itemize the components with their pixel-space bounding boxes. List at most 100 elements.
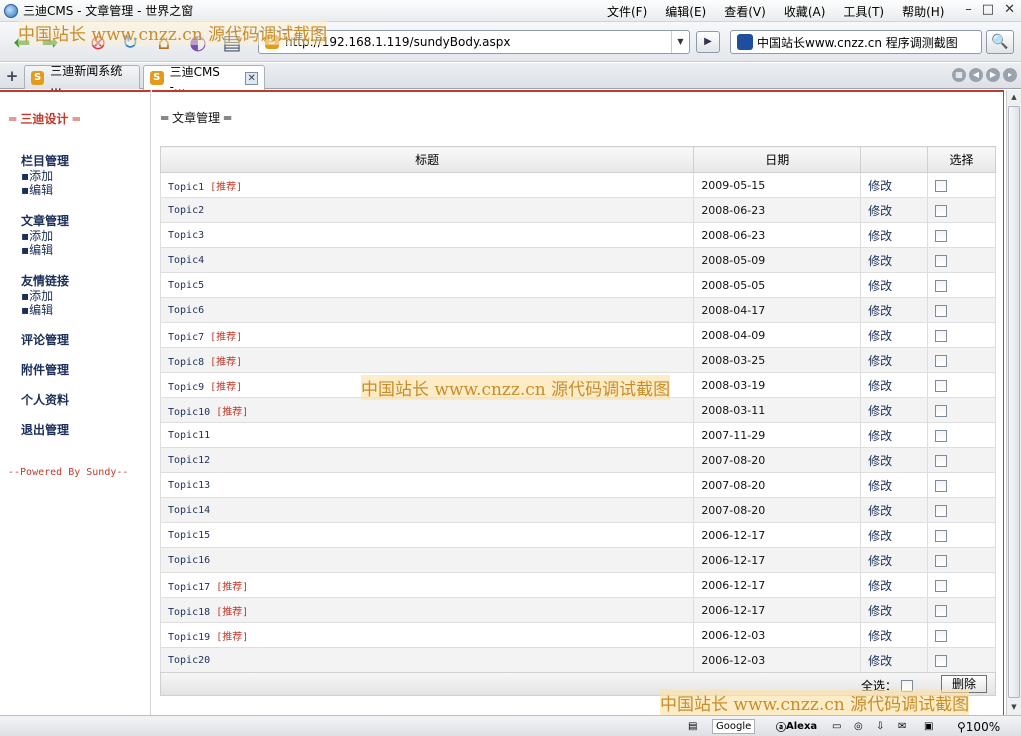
menu-help[interactable]: 帮助(H): [902, 3, 944, 20]
security-icon[interactable]: ▣: [924, 719, 933, 734]
row-checkbox[interactable]: [935, 529, 948, 542]
edit-link[interactable]: 修改: [860, 247, 929, 273]
row-checkbox[interactable]: [935, 304, 948, 317]
article-title[interactable]: Topic17: [168, 582, 210, 593]
row-checkbox[interactable]: [935, 429, 948, 442]
edit-link[interactable]: 修改: [860, 397, 929, 423]
article-title-cell[interactable]: Topic18 [推荐]: [159, 597, 695, 623]
vertical-scrollbar[interactable]: ▲ ▼: [1006, 90, 1021, 715]
row-checkbox[interactable]: [935, 654, 948, 667]
article-title[interactable]: Topic3: [168, 230, 204, 241]
article-title[interactable]: Topic11: [168, 430, 210, 441]
search-box[interactable]: 中国站长www.cnzz.cn 程序调测截图: [730, 30, 982, 54]
sidebar-subitem-add[interactable]: ▪添加: [21, 169, 69, 183]
edit-link[interactable]: 修改: [860, 372, 929, 398]
article-title-cell[interactable]: Topic20: [159, 647, 695, 673]
edit-link[interactable]: 修改: [860, 447, 929, 473]
row-checkbox[interactable]: [935, 454, 948, 467]
row-checkbox[interactable]: [935, 279, 948, 292]
edit-link[interactable]: 修改: [860, 422, 929, 448]
search-icon[interactable]: 🔍: [986, 30, 1014, 54]
edit-link[interactable]: 修改: [860, 547, 929, 573]
row-checkbox[interactable]: [935, 579, 948, 592]
address-dropdown-icon[interactable]: ▼: [671, 31, 689, 53]
article-title[interactable]: Topic6: [168, 305, 204, 316]
article-title-cell[interactable]: Topic19 [推荐]: [159, 622, 695, 648]
edit-link[interactable]: 修改: [860, 497, 929, 523]
sidebar-subitem-edit[interactable]: ▪编辑: [21, 243, 69, 257]
article-title-cell[interactable]: Topic7 [推荐]: [159, 322, 695, 348]
article-title[interactable]: Topic16: [168, 555, 210, 566]
edit-link[interactable]: 修改: [860, 197, 929, 223]
minimize-icon[interactable]: –: [965, 2, 972, 17]
zoom-level[interactable]: ⚲ 100%: [957, 719, 1000, 734]
menu-file[interactable]: 文件(F): [607, 3, 647, 20]
sidebar-item-column-manage[interactable]: 栏目管理: [21, 152, 69, 169]
article-title[interactable]: Topic9: [168, 382, 204, 393]
notes-icon[interactable]: ▤: [688, 719, 697, 734]
article-title[interactable]: Topic12: [168, 455, 210, 466]
row-checkbox[interactable]: [935, 379, 948, 392]
row-checkbox[interactable]: [935, 204, 948, 217]
article-title-cell[interactable]: Topic10 [推荐]: [159, 397, 695, 423]
sidebar-item-profile[interactable]: 个人资料: [21, 391, 69, 408]
edit-link[interactable]: 修改: [860, 472, 929, 498]
row-checkbox[interactable]: [935, 179, 948, 192]
download-icon[interactable]: ⇩: [876, 719, 884, 734]
mail-icon[interactable]: ✉: [898, 719, 906, 734]
menu-edit[interactable]: 编辑(E): [665, 3, 706, 20]
google-toolbar[interactable]: Google: [712, 719, 756, 734]
edit-link[interactable]: 修改: [860, 172, 929, 198]
article-title[interactable]: Topic10: [168, 407, 210, 418]
article-title[interactable]: Topic5: [168, 280, 204, 291]
menu-view[interactable]: 查看(V): [724, 3, 766, 20]
sidebar-item-logout[interactable]: 退出管理: [21, 421, 69, 438]
article-title-cell[interactable]: Topic16: [159, 547, 695, 573]
article-title-cell[interactable]: Topic3: [159, 222, 695, 248]
edit-link[interactable]: 修改: [860, 572, 929, 598]
article-title-cell[interactable]: Topic5: [159, 272, 695, 298]
article-title-cell[interactable]: Topic11: [159, 422, 695, 448]
sidebar-item-friend-links[interactable]: 友情链接: [21, 272, 69, 289]
edit-link[interactable]: 修改: [860, 647, 929, 673]
article-title[interactable]: Topic20: [168, 655, 210, 666]
scroll-thumb[interactable]: [1008, 106, 1020, 698]
alexa-button[interactable]: ⓐ Alexa: [776, 719, 817, 734]
tab-sandi-news[interactable]: S 三迪新闻系统 ...: [24, 64, 140, 93]
tab-more-icon[interactable]: ▸: [1003, 68, 1017, 82]
article-title-cell[interactable]: Topic1 [推荐]: [159, 172, 695, 198]
scroll-down-icon[interactable]: ▼: [1007, 700, 1021, 715]
row-checkbox[interactable]: [935, 479, 948, 492]
row-checkbox[interactable]: [935, 604, 948, 617]
edit-link[interactable]: 修改: [860, 222, 929, 248]
article-title-cell[interactable]: Topic17 [推荐]: [159, 572, 695, 598]
go-button[interactable]: ▶: [696, 31, 720, 53]
edit-link[interactable]: 修改: [860, 322, 929, 348]
window-icon[interactable]: ▭: [832, 719, 841, 734]
row-checkbox[interactable]: [935, 404, 948, 417]
row-checkbox[interactable]: [935, 354, 948, 367]
edit-link[interactable]: 修改: [860, 622, 929, 648]
row-checkbox[interactable]: [935, 629, 948, 642]
close-icon[interactable]: ✕: [1004, 2, 1015, 17]
tab-next-icon[interactable]: ▶: [986, 68, 1000, 82]
sidebar-subitem-add[interactable]: ▪添加: [21, 229, 69, 243]
article-title-cell[interactable]: Topic4: [159, 247, 695, 273]
article-title-cell[interactable]: Topic14: [159, 497, 695, 523]
row-checkbox[interactable]: [935, 329, 948, 342]
edit-link[interactable]: 修改: [860, 347, 929, 373]
row-checkbox[interactable]: [935, 254, 948, 267]
scroll-up-icon[interactable]: ▲: [1007, 90, 1021, 105]
article-title-cell[interactable]: Topic15: [159, 522, 695, 548]
sidebar-subitem-add[interactable]: ▪添加: [21, 289, 69, 303]
article-title-cell[interactable]: Topic13: [159, 472, 695, 498]
tab-close-icon[interactable]: ✕: [245, 71, 258, 85]
article-title-cell[interactable]: Topic12: [159, 447, 695, 473]
edit-link[interactable]: 修改: [860, 597, 929, 623]
tab-sandi-cms[interactable]: S 三迪CMS -... ✕: [143, 65, 265, 94]
article-title[interactable]: Topic4: [168, 255, 204, 266]
new-tab-icon[interactable]: +: [3, 67, 21, 85]
row-checkbox[interactable]: [935, 229, 948, 242]
article-title-cell[interactable]: Topic2: [159, 197, 695, 223]
compass-icon[interactable]: ◎: [854, 719, 863, 734]
